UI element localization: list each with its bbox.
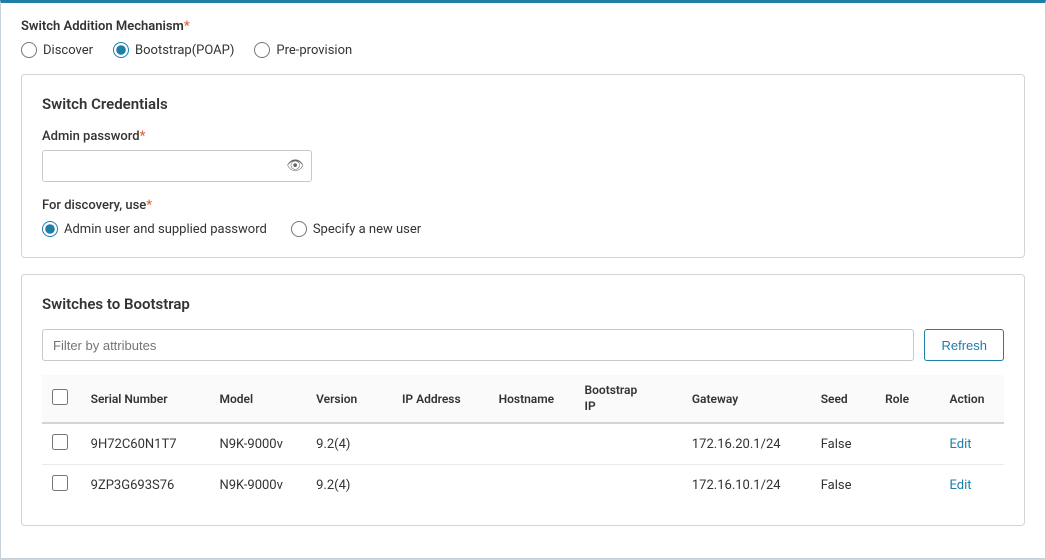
th-serial: Serial Number xyxy=(81,375,210,423)
radio-specify-user-label: Specify a new user xyxy=(313,222,421,237)
radio-specify-user[interactable]: Specify a new user xyxy=(291,221,421,237)
radio-bootstrap[interactable]: Bootstrap(POAP) xyxy=(113,42,234,58)
row-checkbox-cell xyxy=(42,465,81,506)
cell-seed: False xyxy=(811,465,875,506)
discovery-radio-group: Admin user and supplied password Specify… xyxy=(42,221,1004,237)
radio-bootstrap-input[interactable] xyxy=(113,42,129,58)
cell-ip xyxy=(392,423,489,465)
th-seed: Seed xyxy=(811,375,875,423)
mechanism-radio-group: Discover Bootstrap(POAP) Pre-provision xyxy=(21,42,1025,58)
switch-addition-mechanism-section: Switch Addition Mechanism* Discover Boot… xyxy=(21,19,1025,58)
bootstrap-title: Switches to Bootstrap xyxy=(42,295,1004,313)
th-role: Role xyxy=(875,375,939,423)
edit-link-1[interactable]: Edit xyxy=(950,478,972,493)
select-all-checkbox[interactable] xyxy=(52,389,68,405)
table-row: 9ZP3G693S76 N9K-9000v 9.2(4) 172.16.10.1… xyxy=(42,465,1004,506)
cell-gateway: 172.16.10.1/24 xyxy=(682,465,811,506)
cell-serial: 9H72C60N1T7 xyxy=(81,423,210,465)
th-gateway: Gateway xyxy=(682,375,811,423)
discovery-label: For discovery, use* xyxy=(42,198,1004,213)
table-row: 9H72C60N1T7 N9K-9000v 9.2(4) 172.16.20.1… xyxy=(42,423,1004,465)
th-bootstrap-ip: BootstrapIP xyxy=(575,375,682,423)
cell-version: 9.2(4) xyxy=(306,423,392,465)
radio-admin-user[interactable]: Admin user and supplied password xyxy=(42,221,267,237)
th-model: Model xyxy=(209,375,306,423)
radio-preprovision[interactable]: Pre-provision xyxy=(254,42,352,58)
password-toggle-icon[interactable]: 👁 xyxy=(286,158,304,174)
radio-preprovision-input[interactable] xyxy=(254,42,270,58)
radio-admin-user-label: Admin user and supplied password xyxy=(64,222,267,237)
radio-discover-label: Discover xyxy=(43,43,93,58)
cell-bootstrap-ip xyxy=(575,465,682,506)
th-action: Action xyxy=(940,375,1005,423)
cell-hostname xyxy=(489,465,575,506)
bootstrap-card: Switches to Bootstrap Refresh Serial Num… xyxy=(21,274,1025,526)
th-ip: IP Address xyxy=(392,375,489,423)
cell-action: Edit xyxy=(940,423,1005,465)
row-checkbox-0[interactable] xyxy=(52,434,68,450)
th-version: Version xyxy=(306,375,392,423)
cell-model: N9K-9000v xyxy=(209,423,306,465)
cell-model: N9K-9000v xyxy=(209,465,306,506)
cell-seed: False xyxy=(811,423,875,465)
filter-bar: Refresh xyxy=(42,329,1004,361)
cell-serial: 9ZP3G693S76 xyxy=(81,465,210,506)
th-hostname: Hostname xyxy=(489,375,575,423)
cell-hostname xyxy=(489,423,575,465)
radio-discover-input[interactable] xyxy=(21,42,37,58)
password-label-text: Admin password xyxy=(42,129,140,144)
table-header-row: Serial Number Model Version IP Address H… xyxy=(42,375,1004,423)
cell-version: 9.2(4) xyxy=(306,465,392,506)
credentials-title: Switch Credentials xyxy=(42,95,1004,113)
mechanism-label-text: Switch Addition Mechanism xyxy=(21,19,184,34)
th-checkbox xyxy=(42,375,81,423)
mechanism-label: Switch Addition Mechanism* xyxy=(21,19,1025,34)
cell-action: Edit xyxy=(940,465,1005,506)
filter-input[interactable] xyxy=(42,329,914,361)
radio-specify-user-input[interactable] xyxy=(291,221,307,237)
bootstrap-table: Serial Number Model Version IP Address H… xyxy=(42,375,1004,505)
radio-admin-user-input[interactable] xyxy=(42,221,58,237)
cell-gateway: 172.16.20.1/24 xyxy=(682,423,811,465)
cell-role xyxy=(875,465,939,506)
password-label: Admin password* xyxy=(42,129,1004,144)
discovery-label-text: For discovery, use xyxy=(42,198,146,213)
cell-ip xyxy=(392,465,489,506)
password-required-star: * xyxy=(140,129,146,144)
required-star: * xyxy=(184,19,190,34)
cell-role xyxy=(875,423,939,465)
credentials-card: Switch Credentials Admin password* 👁 For… xyxy=(21,74,1025,258)
password-field-wrapper: 👁 xyxy=(42,150,312,182)
edit-link-0[interactable]: Edit xyxy=(950,437,972,452)
refresh-button[interactable]: Refresh xyxy=(924,329,1004,361)
radio-preprovision-label: Pre-provision xyxy=(276,43,352,58)
admin-password-input[interactable] xyxy=(42,150,312,182)
discovery-required-star: * xyxy=(146,198,152,213)
row-checkbox-cell xyxy=(42,423,81,465)
row-checkbox-1[interactable] xyxy=(52,475,68,491)
radio-bootstrap-label: Bootstrap(POAP) xyxy=(135,43,234,58)
radio-discover[interactable]: Discover xyxy=(21,42,93,58)
cell-bootstrap-ip xyxy=(575,423,682,465)
